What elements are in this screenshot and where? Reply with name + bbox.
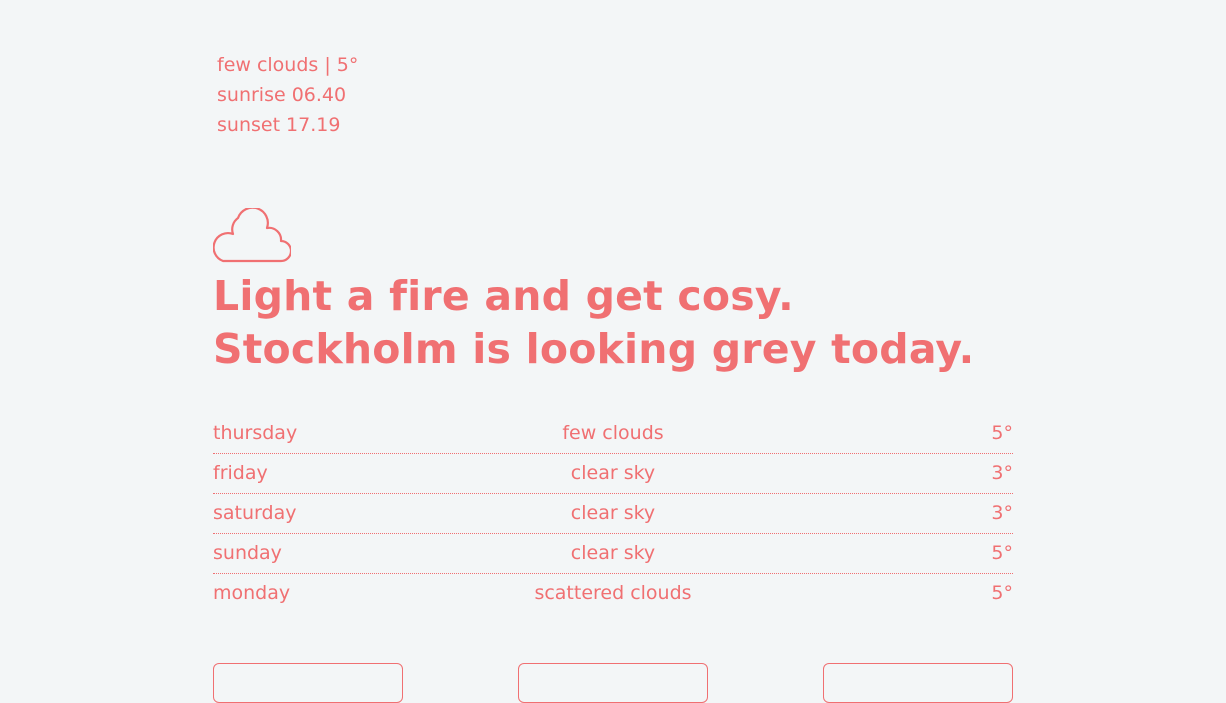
city-button-3[interactable] bbox=[823, 663, 1013, 703]
forecast-temperature: 5° bbox=[991, 542, 1013, 564]
forecast-description: clear sky bbox=[570, 502, 656, 524]
sunrise-time: sunrise 06.40 bbox=[217, 84, 347, 106]
forecast-description: few clouds bbox=[562, 422, 664, 444]
forecast-temperature: 5° bbox=[991, 422, 1013, 444]
forecast-temperature: 5° bbox=[991, 582, 1013, 604]
current-weather: few clouds | 5° sunrise 06.40 sunset 17.… bbox=[217, 50, 358, 140]
forecast-list: thursday few clouds 5° friday clear sky … bbox=[213, 414, 1013, 614]
forecast-row: sunday clear sky 5° bbox=[213, 534, 1013, 574]
forecast-row: saturday clear sky 3° bbox=[213, 494, 1013, 534]
forecast-temperature: 3° bbox=[991, 502, 1013, 524]
button-bar bbox=[213, 663, 1013, 703]
forecast-row: monday scattered clouds 5° bbox=[213, 574, 1013, 614]
forecast-description: clear sky bbox=[570, 462, 656, 484]
forecast-temperature: 3° bbox=[991, 462, 1013, 484]
city-button-2[interactable] bbox=[518, 663, 708, 703]
forecast-row: friday clear sky 3° bbox=[213, 454, 1013, 494]
cloud-icon bbox=[213, 208, 291, 263]
forecast-description: scattered clouds bbox=[534, 582, 692, 604]
weather-headline: Light a fire and get cosy. Stockholm is … bbox=[213, 272, 975, 373]
sunset-time: sunset 17.19 bbox=[217, 114, 341, 136]
forecast-description: clear sky bbox=[570, 542, 656, 564]
city-button-1[interactable] bbox=[213, 663, 403, 703]
forecast-row: thursday few clouds 5° bbox=[213, 414, 1013, 454]
current-conditions: few clouds | 5° bbox=[217, 54, 359, 76]
